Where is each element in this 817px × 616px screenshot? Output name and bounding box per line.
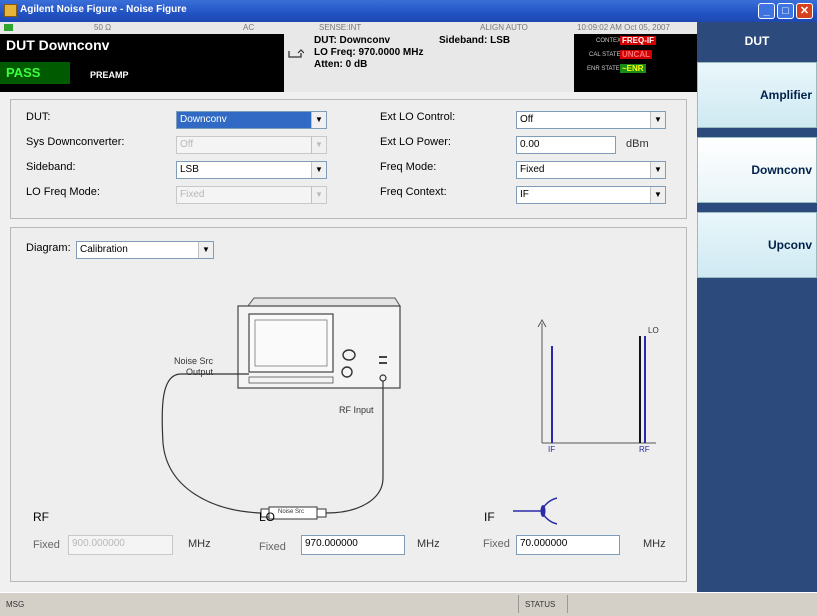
lo-freq-input[interactable]: 970.000000 [301,535,405,555]
chevron-down-icon[interactable]: ▼ [311,112,326,128]
noise-src-output-line: Output [185,367,214,377]
dut-value: Downconv [180,114,227,125]
top-strip: 50 Ω AC [0,22,284,34]
sys-downconverter-select: Off ▼ [176,136,327,154]
freq-mode-select[interactable]: Fixed ▼ [516,161,666,179]
rf-unit: MHz [188,538,211,550]
rf-input-label: RF Input [339,405,374,415]
context-value: FREQ-IF [620,36,656,45]
main-content: DUT: Downconv ▼ Sys Downconverter: Off ▼… [0,92,697,592]
freq-mode-value: Fixed [520,164,545,175]
if-spectrum-label: IF [548,445,556,454]
ext-lo-control-value: Off [520,114,534,125]
sideband-value: LSB [180,164,199,175]
status-bar: MSG STATUS [0,592,817,616]
chevron-down-icon: ▼ [311,137,326,153]
ext-lo-control-select[interactable]: Off ▼ [516,111,666,129]
chevron-down-icon[interactable]: ▼ [650,112,665,128]
close-button[interactable]: ✕ [796,3,813,19]
cal-state-value: UNCAL [620,50,652,59]
sense-value: SENSE:INT [319,23,362,32]
sys-downconverter-value: Off [180,139,194,150]
softkey-downconv[interactable]: Downconv [697,137,817,203]
if-freq-input[interactable]: 70.000000 [516,535,620,555]
maximize-button[interactable]: □ [777,3,794,19]
if-unit: MHz [643,538,666,550]
sideband-select[interactable]: LSB ▼ [176,161,327,179]
rf-spectrum-label: RF [639,445,650,454]
chevron-down-icon[interactable]: ▼ [650,187,665,203]
status-indicator-icon [4,24,13,31]
sys-downconverter-label: Sys Downconverter: [26,136,125,148]
datetime: 10:09:02 AM Oct 05, 2007 [577,23,670,32]
impedance-value: 50 Ω [94,23,112,32]
dut-name: DUT Downconv [6,37,110,53]
dut-select[interactable]: Downconv ▼ [176,111,327,129]
panel-title: DUT [744,34,770,48]
measurement-summary: SENSE:INT ALIGN AUTO DUT: Downconv Sideb… [284,22,574,92]
minimize-button[interactable]: _ [758,3,775,19]
enr-state-label: ENR STATE [587,66,620,72]
dut-line: DUT: Downconv [314,35,391,46]
sideband-label: Sideband: [26,161,76,173]
msg-label: MSG [6,600,25,609]
lo-mode: Fixed [259,541,286,553]
if-mode: Fixed [483,538,510,550]
ext-lo-control-label: Ext LO Control: [380,111,456,123]
noise-src-output-line: Noise Src [174,356,214,366]
softkey-amplifier[interactable]: Amplifier [697,62,817,128]
softkey-upconv[interactable]: Upconv [697,212,817,278]
ext-lo-power-label: Ext LO Power: [380,136,451,148]
freq-context-value: IF [520,189,529,200]
lo-spectrum-label: LO [648,326,659,335]
rf-mode: Fixed [33,539,60,551]
diagram-group: Diagram: Calibration ▼ Noise Src Output … [10,227,687,582]
pass-badge: PASS [0,62,70,84]
coupling-value: AC [243,23,255,32]
dut-settings-group: DUT: Downconv ▼ Sys Downconverter: Off ▼… [10,99,687,219]
lo-loop-icon [288,49,304,58]
analyzer-instrument-icon [237,297,401,428]
align-value: ALIGN AUTO [480,23,528,32]
lo-freq-mode-select: Fixed ▼ [176,186,327,204]
ext-lo-power-unit: dBm [626,138,649,150]
lo-unit: MHz [417,538,440,550]
cal-state-label: CAL STATE [589,52,621,58]
rf-title: RF [33,510,49,524]
enr-state-value: ~ENR [620,64,646,73]
freq-mode-label: Freq Mode: [380,161,437,173]
status-label: STATUS [525,600,556,609]
dut-label: DUT: [26,111,51,123]
atten-line: Atten: 0 dB [314,59,368,70]
lo-title: LO [259,510,276,524]
noise-src-box-label: Noise Src [278,509,305,515]
chevron-down-icon: ▼ [311,187,326,203]
if-filter-icon [513,497,558,525]
sideband-line: Sideband: LSB [439,35,511,46]
freq-context-label: Freq Context: [380,186,447,198]
lo-freq-line: LO Freq: 970.0000 MHz [314,47,424,58]
state-indicators: 10:09:02 AM Oct 05, 2007 CONTEXT FREQ-IF… [574,22,697,92]
rf-freq-input: 900.000000 [68,535,173,555]
if-title: IF [484,510,495,524]
chevron-down-icon[interactable]: ▼ [311,162,326,178]
noise-src-output-label: Noise Src Output [174,356,213,378]
window-title: Agilent Noise Figure - Noise Figure [20,4,187,15]
preamp-label: PREAMP [90,70,129,80]
status-divider [518,595,519,613]
ext-lo-power-input[interactable]: 0.00 [516,136,616,154]
lo-freq-mode-value: Fixed [180,189,205,200]
chevron-down-icon[interactable]: ▼ [650,162,665,178]
title-bar: Agilent Noise Figure - Noise Figure _ □ … [0,0,817,22]
lo-freq-mode-label: LO Freq Mode: [26,186,100,198]
app-icon [4,4,17,17]
freq-context-select[interactable]: IF ▼ [516,186,666,204]
spectrum-plot [537,318,656,444]
softkey-panel: DUT Amplifier Downconv Upconv [697,22,817,592]
status-divider [567,595,568,613]
